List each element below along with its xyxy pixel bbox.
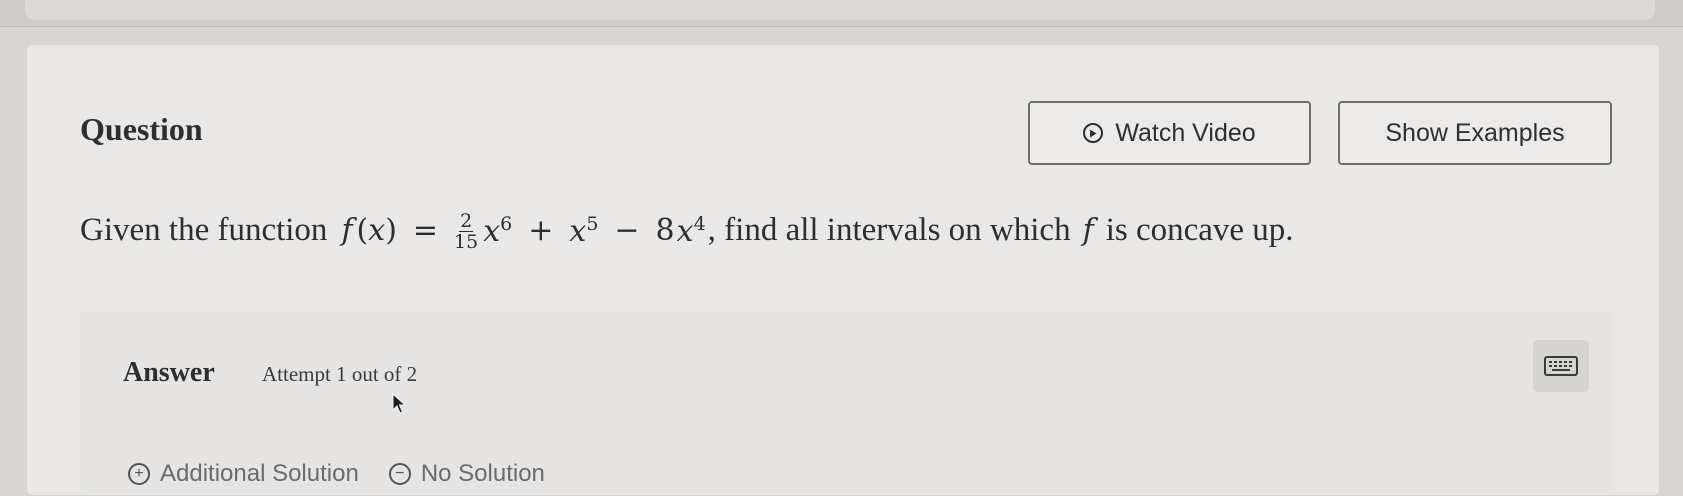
term-x4-base: x — [676, 213, 694, 249]
plus-circle-icon: + — [128, 463, 150, 485]
term-x4-exponent: 4 — [693, 212, 706, 235]
equals-sign: = — [412, 213, 439, 248]
minus-sign: − — [614, 213, 640, 248]
answer-options: + Additional Solution − No Solution — [128, 460, 575, 488]
question-text-after: , find all intervals on which — [707, 212, 1071, 248]
top-strip — [0, 0, 1683, 27]
term-x6-exponent: 6 — [500, 212, 513, 235]
plus-sign: + — [528, 213, 554, 248]
watch-video-label: Watch Video — [1115, 118, 1256, 147]
mouse-pointer-icon — [392, 393, 407, 414]
no-solution-label: No Solution — [420, 460, 545, 487]
previous-card-edge — [25, 0, 1655, 20]
function-reference: f — [1082, 213, 1094, 248]
question-text: Given the function f (x) = 2 15 x6 + x5 … — [80, 210, 1294, 252]
question-title: Question — [80, 111, 203, 147]
show-examples-label: Show Examples — [1385, 118, 1565, 147]
fraction-denominator: 15 — [454, 231, 479, 253]
no-solution-option[interactable]: − No Solution — [388, 460, 545, 488]
question-text-end: is concave up. — [1105, 212, 1294, 248]
show-examples-button[interactable]: Show Examples — [1338, 101, 1612, 165]
function-variable: (x) — [356, 213, 397, 248]
attempt-counter: Attempt 1 out of 2 — [262, 362, 418, 386]
coefficient-8: 8 — [655, 213, 675, 248]
minus-circle-icon: − — [388, 463, 411, 485]
fraction-numerator: 2 — [459, 210, 474, 232]
term-x5-exponent: 5 — [586, 212, 599, 235]
term-x6: x6 — [483, 213, 512, 249]
fraction: 2 15 — [454, 211, 478, 252]
keyboard-icon — [1544, 356, 1578, 376]
watch-video-button[interactable]: Watch Video — [1028, 101, 1311, 165]
term-x5: x5 — [569, 213, 598, 249]
additional-solution-option[interactable]: + Additional Solution — [128, 460, 359, 488]
question-text-before: Given the function — [80, 212, 328, 248]
play-circle-icon — [1083, 123, 1104, 143]
term-x4: x4 — [677, 213, 706, 249]
keyboard-button[interactable] — [1533, 340, 1589, 392]
answer-label: Answer — [123, 357, 215, 388]
term-x5-base: x — [569, 213, 587, 249]
term-x6-base: x — [483, 213, 501, 249]
additional-solution-label: Additional Solution — [160, 460, 359, 487]
function-name: f — [341, 213, 353, 248]
